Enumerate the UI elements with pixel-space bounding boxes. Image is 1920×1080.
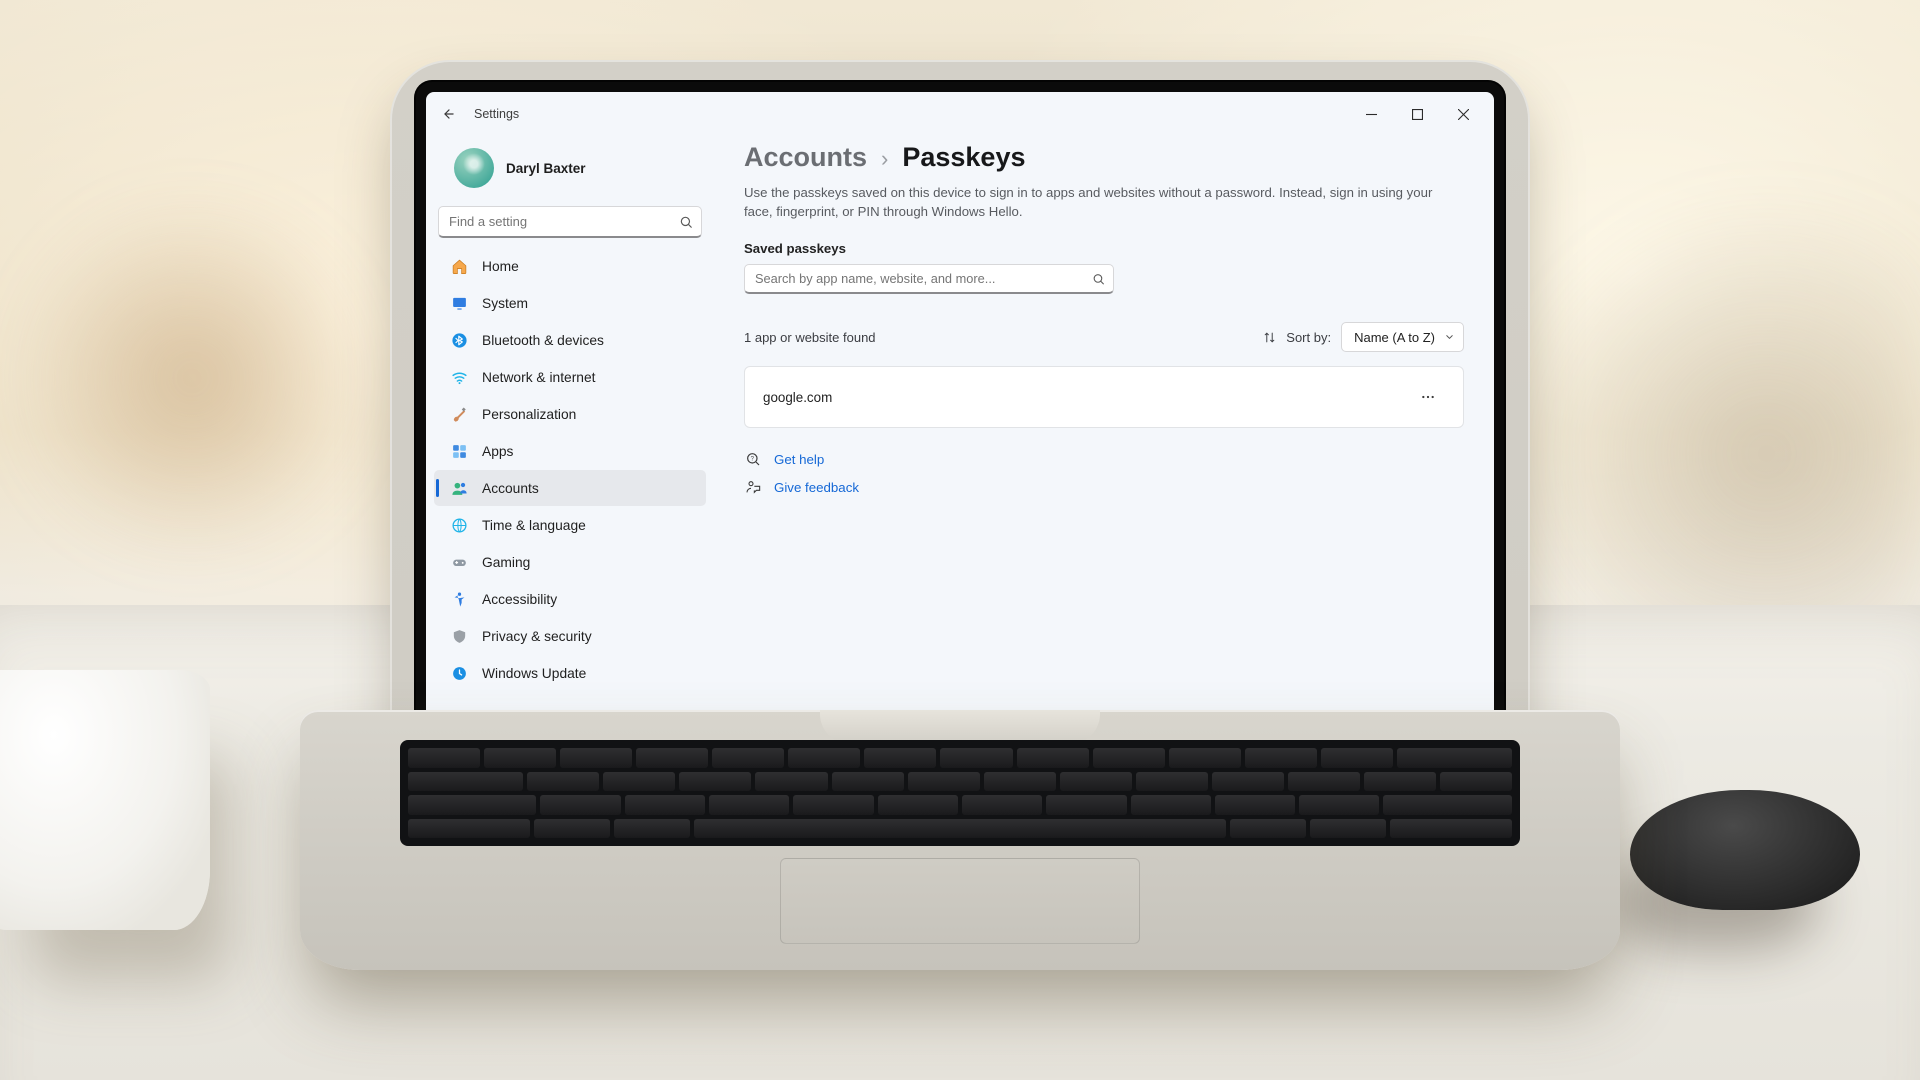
passkey-domain: google.com	[763, 390, 832, 405]
close-button[interactable]	[1440, 99, 1486, 129]
sidebar-item-bluetooth[interactable]: Bluetooth & devices	[434, 322, 706, 358]
sidebar-nav: Home System Bluetooth & devices Net	[432, 248, 708, 691]
laptop-screen-bezel: Settings	[390, 60, 1530, 820]
sidebar-item-label: Privacy & security	[482, 629, 592, 644]
page-description: Use the passkeys saved on this device to…	[744, 183, 1434, 221]
svg-text:?: ?	[751, 457, 755, 463]
saved-passkeys-label: Saved passkeys	[744, 241, 1464, 256]
sidebar-search-input[interactable]	[449, 214, 671, 229]
sidebar-item-label: Home	[482, 259, 519, 274]
minimize-button[interactable]	[1348, 99, 1394, 129]
sidebar-item-label: Time & language	[482, 518, 586, 533]
keyboard	[400, 740, 1520, 846]
accessibility-icon	[450, 590, 468, 608]
help-icon: ?	[744, 450, 762, 468]
sidebar-item-label: Windows Update	[482, 666, 586, 681]
sidebar-item-label: System	[482, 296, 528, 311]
brush-icon	[450, 405, 468, 423]
sidebar-item-apps[interactable]: Apps	[434, 433, 706, 469]
sidebar-item-privacy[interactable]: Privacy & security	[434, 618, 706, 654]
coffee-cup	[0, 670, 210, 930]
sidebar-item-gaming[interactable]: Gaming	[434, 544, 706, 580]
sidebar-item-home[interactable]: Home	[434, 248, 706, 284]
list-header: 1 app or website found Sort by: Name (A …	[744, 322, 1464, 352]
search-icon	[1092, 272, 1105, 285]
sidebar-item-label: Bluetooth & devices	[482, 333, 604, 348]
chevron-right-icon: ›	[881, 146, 888, 172]
sort-value: Name (A to Z)	[1354, 330, 1435, 345]
breadcrumb: Accounts › Passkeys	[744, 142, 1464, 173]
sort-controls: Sort by: Name (A to Z)	[1263, 322, 1464, 352]
titlebar: Settings	[426, 92, 1494, 136]
sidebar-item-label: Accessibility	[482, 592, 557, 607]
sidebar-item-accounts[interactable]: Accounts	[434, 470, 706, 506]
minimize-icon	[1366, 109, 1377, 120]
sort-by-label: Sort by:	[1286, 330, 1331, 345]
sort-arrows-icon	[1263, 331, 1276, 344]
accounts-icon	[450, 479, 468, 497]
sidebar-search[interactable]	[438, 206, 702, 238]
sort-dropdown[interactable]: Name (A to Z)	[1341, 322, 1464, 352]
computer-mouse	[1630, 790, 1860, 910]
profile-block[interactable]: Daryl Baxter	[432, 142, 708, 202]
give-feedback-link[interactable]: Give feedback	[774, 480, 859, 495]
main-content: Accounts › Passkeys Use the passkeys sav…	[714, 136, 1494, 718]
sidebar-item-label: Accounts	[482, 481, 539, 496]
give-feedback-row: Give feedback	[744, 478, 1464, 496]
more-horizontal-icon	[1420, 389, 1436, 405]
passkeys-search[interactable]	[744, 264, 1114, 294]
profile-name: Daryl Baxter	[506, 161, 586, 176]
sidebar-item-windows-update[interactable]: Windows Update	[434, 655, 706, 691]
passkey-more-button[interactable]	[1411, 382, 1445, 412]
arrow-left-icon	[442, 107, 456, 121]
settings-window: Settings	[426, 92, 1494, 718]
sidebar-item-label: Gaming	[482, 555, 530, 570]
search-icon	[679, 215, 693, 229]
passkeys-search-input[interactable]	[755, 271, 1083, 286]
gamepad-icon	[450, 553, 468, 571]
globe-clock-icon	[450, 516, 468, 534]
sidebar-item-network[interactable]: Network & internet	[434, 359, 706, 395]
sidebar-item-accessibility[interactable]: Accessibility	[434, 581, 706, 617]
close-icon	[1458, 109, 1469, 120]
photo-background: Settings	[0, 0, 1920, 1080]
maximize-button[interactable]	[1394, 99, 1440, 129]
shield-icon	[450, 627, 468, 645]
wifi-icon	[450, 368, 468, 386]
window-controls	[1348, 99, 1486, 129]
sidebar-item-system[interactable]: System	[434, 285, 706, 321]
page-title: Passkeys	[902, 142, 1025, 173]
laptop: Settings	[390, 60, 1530, 820]
sidebar-item-personalization[interactable]: Personalization	[434, 396, 706, 432]
apps-icon	[450, 442, 468, 460]
help-links: ? Get help Give feedback	[744, 450, 1464, 496]
trackpad	[780, 858, 1140, 944]
sidebar: Daryl Baxter Home	[426, 136, 714, 718]
passkey-item[interactable]: google.com	[744, 366, 1464, 428]
chevron-down-icon	[1444, 332, 1455, 343]
laptop-lip-notch	[820, 710, 1100, 744]
update-icon	[450, 664, 468, 682]
maximize-icon	[1412, 109, 1423, 120]
sidebar-item-time-language[interactable]: Time & language	[434, 507, 706, 543]
sidebar-item-label: Personalization	[482, 407, 576, 422]
back-button[interactable]	[438, 103, 460, 125]
laptop-keyboard-deck	[300, 710, 1620, 970]
breadcrumb-parent[interactable]: Accounts	[744, 142, 867, 173]
app-title: Settings	[474, 107, 519, 121]
sidebar-item-label: Network & internet	[482, 370, 596, 385]
bluetooth-icon	[450, 331, 468, 349]
system-icon	[450, 294, 468, 312]
get-help-link[interactable]: Get help	[774, 452, 824, 467]
avatar	[454, 148, 494, 188]
home-icon	[450, 257, 468, 275]
results-count: 1 app or website found	[744, 330, 876, 345]
feedback-icon	[744, 478, 762, 496]
get-help-row: ? Get help	[744, 450, 1464, 468]
sidebar-item-label: Apps	[482, 444, 513, 459]
